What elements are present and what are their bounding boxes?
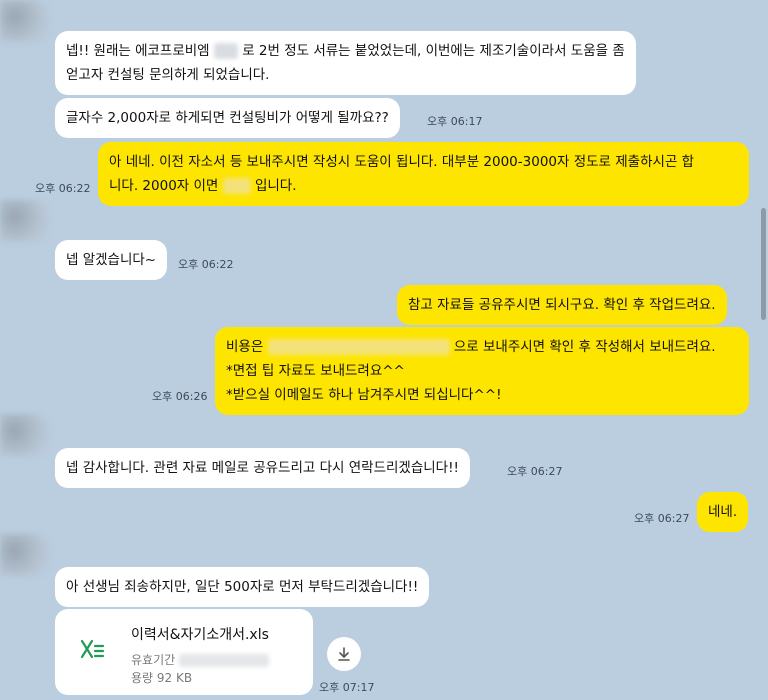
avatar[interactable]: [0, 414, 50, 456]
message-time: 오후 06:17: [427, 115, 483, 128]
excel-file-icon: [80, 639, 105, 659]
avatar[interactable]: [0, 0, 50, 42]
file-size: 용량 92 KB: [131, 671, 193, 685]
redacted-text: [267, 339, 450, 355]
message-text: 넵 감사합니다. 관련 자료 메일로 공유드리고 다시 연락드리겠습니다!!: [66, 460, 459, 476]
incoming-message[interactable]: 아 선생님 죄송하지만, 일단 500자로 먼저 부탁드리겠습니다!!: [55, 567, 430, 607]
message-text: 넵 알겠습니다~: [66, 252, 157, 268]
file-validity: 유효기간: [131, 651, 269, 668]
message-text-line: 넵!! 원래는 에코프로비엠 로 2번 정도 서류는 붙었었는데, 이번에는 제…: [66, 43, 625, 59]
incoming-message[interactable]: 글자수 2,000자로 하게되면 컨설팅비가 어떻게 될까요??: [55, 98, 400, 138]
avatar[interactable]: [0, 200, 50, 242]
avatar[interactable]: [0, 534, 50, 576]
message-text: 아 선생님 죄송하지만, 일단 500자로 먼저 부탁드리겠습니다!!: [66, 579, 419, 595]
message-text: 글자수 2,000자로 하게되면 컨설팅비가 어떻게 될까요??: [66, 110, 389, 126]
message-text-line: *받으실 이메일도 하나 남겨주시면 되십니다^^!: [226, 387, 502, 403]
message-text-line: 얻고자 컨설팅 문의하게 되었습니다.: [66, 67, 270, 83]
incoming-message[interactable]: 넵 알겠습니다~: [55, 240, 168, 280]
incoming-message[interactable]: 넵 감사합니다. 관련 자료 메일로 공유드리고 다시 연락드리겠습니다!!: [55, 448, 470, 488]
redacted-text: [222, 178, 251, 194]
outgoing-message[interactable]: 참고 자료들 공유주시면 되시구요. 확인 후 작업드려요.: [397, 285, 727, 325]
redacted-text: [179, 654, 269, 667]
message-text-line: 비용은 으로 보내주시면 확인 후 작성해서 보내드려요.: [226, 339, 716, 355]
message-time: 오후 06:26: [152, 390, 208, 403]
message-text-line: 니다. 2000자 이면 입니다.: [109, 178, 297, 194]
message-time: 오후 06:22: [178, 258, 234, 271]
message-time: 오후 06:22: [35, 182, 91, 195]
scrollbar[interactable]: [761, 208, 766, 320]
outgoing-message[interactable]: 아 네네. 이전 자소서 등 보내주시면 작성시 도움이 됩니다. 대부분 20…: [98, 142, 749, 206]
redacted-text: [213, 43, 238, 59]
message-time: 오후 06:27: [634, 512, 690, 525]
outgoing-message[interactable]: 비용은 으로 보내주시면 확인 후 작성해서 보내드려요. *면접 팁 자료도 …: [215, 327, 749, 415]
message-time: 오후 06:27: [507, 465, 563, 478]
message-text-line: 아 네네. 이전 자소서 등 보내주시면 작성시 도움이 됩니다. 대부분 20…: [109, 154, 695, 170]
message-text: 참고 자료들 공유주시면 되시구요. 확인 후 작업드려요.: [408, 297, 716, 313]
download-button[interactable]: [327, 637, 361, 671]
file-attachment[interactable]: 이력서&자기소개서.xls 유효기간 용량 92 KB: [55, 609, 313, 695]
download-icon: [338, 647, 350, 661]
file-name[interactable]: 이력서&자기소개서.xls: [131, 624, 269, 644]
message-text: 네네.: [708, 504, 738, 520]
message-text-line: *면접 팁 자료도 보내드려요^^: [226, 363, 405, 379]
message-time: 오후 07:17: [319, 681, 375, 694]
incoming-message[interactable]: 넵!! 원래는 에코프로비엠 로 2번 정도 서류는 붙었었는데, 이번에는 제…: [55, 31, 636, 95]
outgoing-message[interactable]: 네네.: [697, 492, 749, 532]
